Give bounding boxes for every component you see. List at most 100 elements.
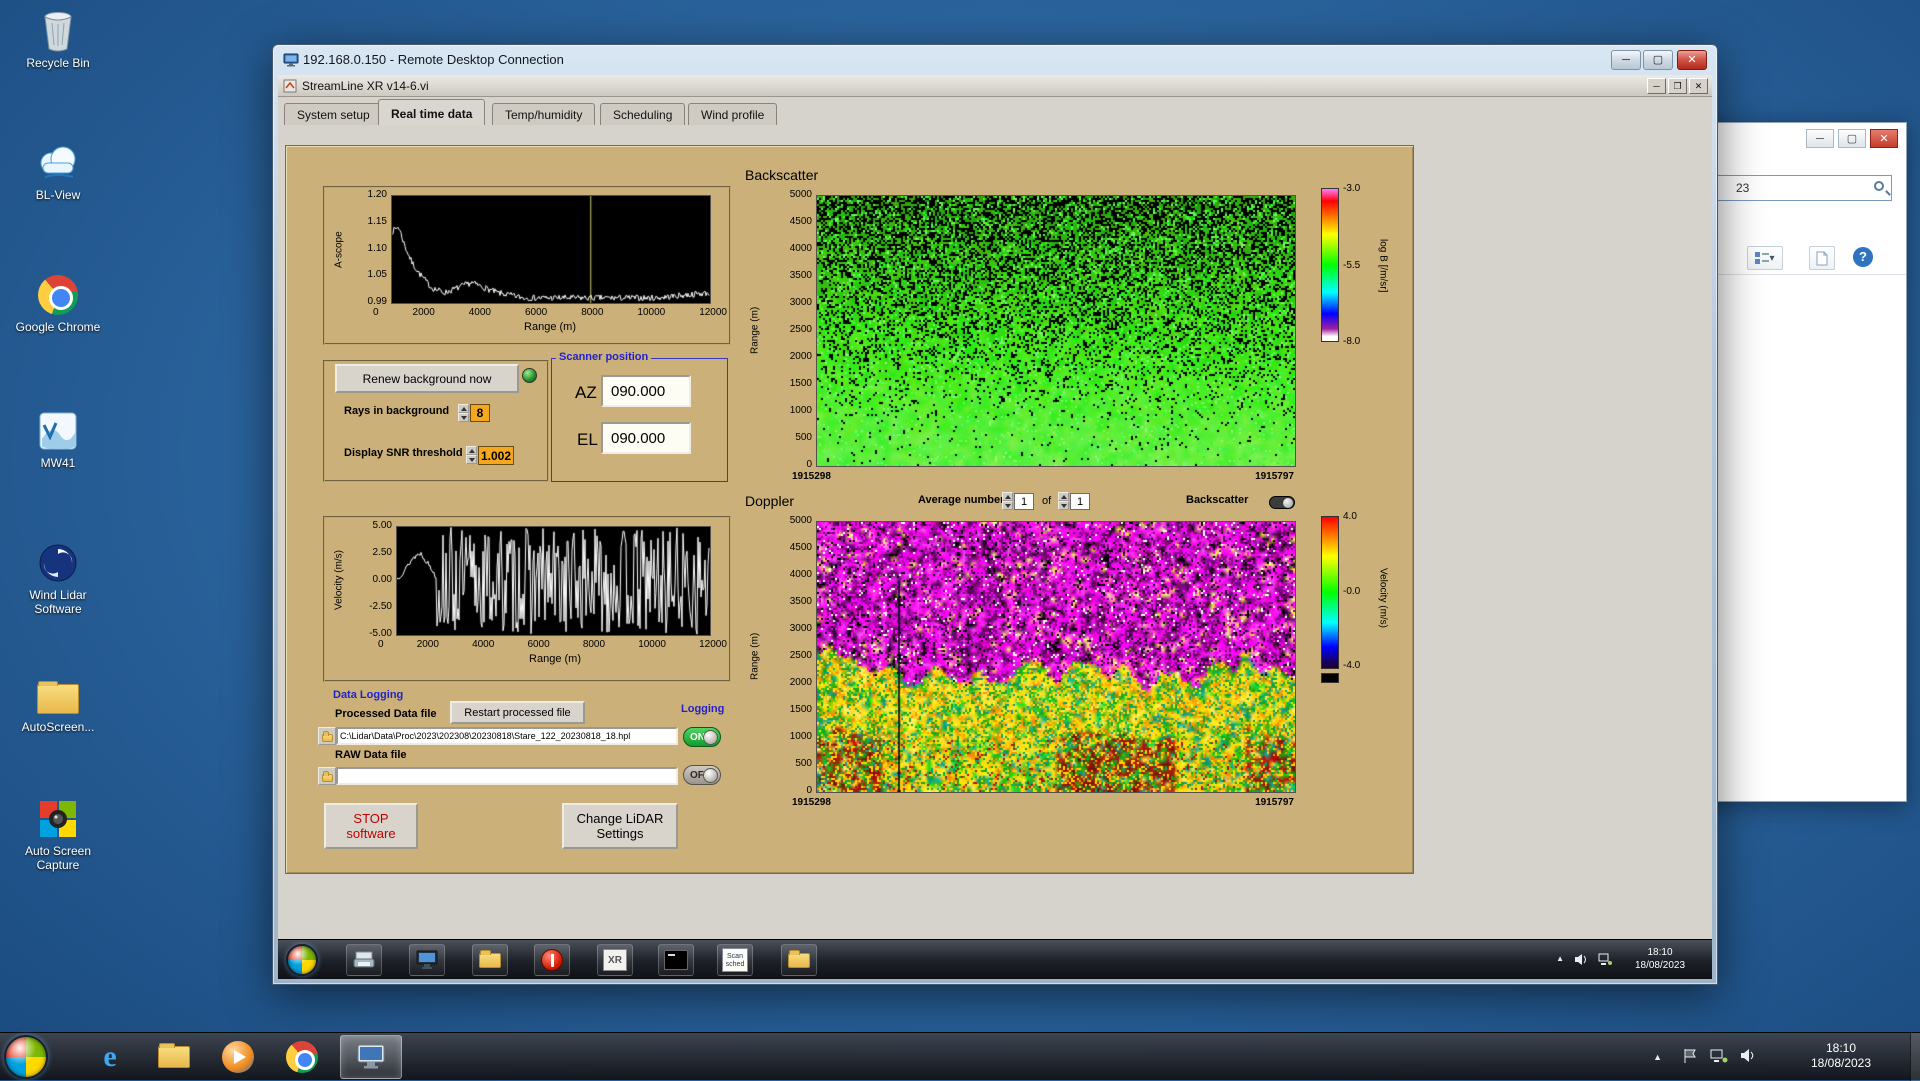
view-mode-button[interactable]: ▾ xyxy=(1747,246,1783,270)
remote-taskbar-app-1[interactable] xyxy=(346,944,382,976)
app-content: A-scope 1.201.151.101.050.99 02000400060… xyxy=(278,125,1712,939)
average-spinner[interactable] xyxy=(1002,492,1013,508)
maximize-button[interactable]: ▢ xyxy=(1643,50,1673,70)
processed-path-field[interactable]: C:\Lidar\Data\Proc\2023\202308\20230818\… xyxy=(336,727,678,745)
minimize-button[interactable]: ─ xyxy=(1647,78,1666,94)
axis-tick: 6000 xyxy=(525,307,547,318)
maximize-button[interactable]: ▢ xyxy=(1838,129,1866,148)
tab-bar: System setup Real time data Temp/humidit… xyxy=(278,97,1712,125)
axis-tick: 500 xyxy=(795,759,812,769)
taskbar-media-player[interactable] xyxy=(212,1035,264,1079)
rays-spinner[interactable] xyxy=(458,404,469,422)
backscatter-display-toggle[interactable] xyxy=(1269,496,1295,509)
average-of-field[interactable]: 1 xyxy=(1070,493,1090,510)
remote-taskbar-app-3[interactable] xyxy=(472,944,508,976)
show-desktop-button[interactable] xyxy=(1910,1033,1920,1081)
volume-icon[interactable] xyxy=(1740,1048,1756,1063)
remote-taskbar-folder[interactable] xyxy=(781,944,817,976)
remote-taskbar-stop-app[interactable] xyxy=(534,944,570,976)
axis-tick: 1000 xyxy=(790,406,812,416)
minimize-button[interactable]: ─ xyxy=(1806,129,1834,148)
stop-software-button[interactable]: STOP software xyxy=(324,803,418,849)
processed-logging-toggle[interactable]: ON xyxy=(683,727,721,747)
el-value-field[interactable]: 090.000 xyxy=(601,422,691,454)
axis-tick: 4000 xyxy=(790,244,812,254)
action-center-flag-icon[interactable] xyxy=(1682,1048,1698,1064)
processed-path-control[interactable]: C:\Lidar\Data\Proc\2023\202308\20230818\… xyxy=(318,727,678,745)
show-hidden-icons[interactable]: ▲ xyxy=(1556,954,1564,963)
drive-browse-icon[interactable] xyxy=(318,727,336,745)
snr-spinner[interactable] xyxy=(466,446,477,464)
mw41-icon xyxy=(34,408,82,454)
axis-tick: 3500 xyxy=(790,271,812,281)
app-window-title: StreamLine XR v14-6.vi xyxy=(302,79,429,93)
network-icon[interactable] xyxy=(1710,1048,1728,1064)
minimize-button[interactable]: ─ xyxy=(1611,50,1641,70)
app-titlebar[interactable]: StreamLine XR v14-6.vi ─ ❐ ✕ xyxy=(278,75,1712,97)
close-button[interactable]: ✕ xyxy=(1689,78,1708,94)
remote-taskbar-scan-sched[interactable]: Scan sched xyxy=(717,944,753,976)
taskbar-explorer[interactable] xyxy=(148,1035,200,1079)
new-document-button[interactable] xyxy=(1809,246,1835,270)
x-end-label: 1915797 xyxy=(1255,471,1294,482)
close-icon: ✕ xyxy=(1687,54,1696,66)
scan-sched-label: Scan sched xyxy=(726,953,745,968)
colorbar-tick: 4.0 xyxy=(1343,511,1360,522)
start-button[interactable] xyxy=(4,1035,48,1079)
average-of-spinner[interactable] xyxy=(1058,492,1069,508)
minimize-icon: ─ xyxy=(1816,133,1824,145)
clock[interactable]: 18:10 18/08/2023 xyxy=(1786,1041,1896,1071)
remote-taskbar-xr-app[interactable]: XR xyxy=(597,944,633,976)
renew-background-button[interactable]: Renew background now xyxy=(335,364,519,393)
snr-value-field[interactable]: 1.002 xyxy=(478,446,514,465)
raw-path-field[interactable] xyxy=(336,767,678,785)
volume-icon[interactable] xyxy=(1574,953,1588,966)
tab-temp-humidity[interactable]: Temp/humidity xyxy=(492,103,595,125)
tab-real-time-data[interactable]: Real time data xyxy=(378,99,485,125)
colorbar-tick: -4.0 xyxy=(1343,660,1360,671)
maximize-icon: ▢ xyxy=(1847,133,1857,145)
desktop-icon-autoscreen[interactable]: AutoScreen... xyxy=(8,672,108,734)
desktop-icon-label: BL-View xyxy=(8,188,108,202)
remote-start-button[interactable] xyxy=(286,944,318,976)
tab-scheduling[interactable]: Scheduling xyxy=(600,103,685,125)
desktop-icon-bl-view[interactable]: BL-View xyxy=(8,140,108,202)
close-button[interactable]: ✕ xyxy=(1677,50,1707,70)
ascope-plot[interactable] xyxy=(391,195,711,304)
remote-taskbar-console[interactable] xyxy=(658,944,694,976)
printer-icon xyxy=(353,950,375,970)
show-hidden-icons[interactable]: ▲ xyxy=(1653,1052,1662,1062)
close-button[interactable]: ✕ xyxy=(1870,129,1898,148)
axis-tick: 3500 xyxy=(790,597,812,607)
restart-processed-file-button[interactable]: Restart processed file xyxy=(450,701,585,724)
change-lidar-settings-button[interactable]: Change LiDAR Settings xyxy=(562,803,678,849)
taskbar-internet-explorer[interactable]: e xyxy=(84,1035,136,1079)
az-value-field[interactable]: 090.000 xyxy=(601,375,691,407)
remote-taskbar-app-2[interactable] xyxy=(409,944,445,976)
restore-button[interactable]: ❐ xyxy=(1668,78,1687,94)
folder-icon xyxy=(788,953,810,968)
network-icon[interactable] xyxy=(1598,953,1612,966)
axis-tick: 0 xyxy=(806,460,812,470)
desktop-icon-google-chrome[interactable]: Google Chrome xyxy=(8,272,108,334)
raw-logging-toggle[interactable]: OFF xyxy=(683,765,721,785)
screen-capture-icon xyxy=(34,796,82,842)
desktop-icon-recycle-bin[interactable]: Recycle Bin xyxy=(8,8,108,70)
axis-tick: 4000 xyxy=(790,570,812,580)
desktop-icon-auto-screen-capture[interactable]: Auto Screen Capture xyxy=(8,796,108,872)
remote-desktop-icon xyxy=(356,1043,386,1071)
taskbar-chrome[interactable] xyxy=(276,1035,328,1079)
rays-value-field[interactable]: 8 xyxy=(470,404,490,422)
tab-system-setup[interactable]: System setup xyxy=(284,103,383,125)
tab-wind-profile[interactable]: Wind profile xyxy=(688,103,777,125)
rdp-titlebar[interactable]: 192.168.0.150 - Remote Desktop Connectio… xyxy=(273,45,1717,75)
taskbar-remote-desktop-active[interactable] xyxy=(340,1035,402,1079)
help-button[interactable]: ? xyxy=(1853,247,1873,267)
raw-path-control[interactable] xyxy=(318,767,678,785)
axis-tick: 0 xyxy=(373,307,379,318)
desktop-icon-wind-lidar[interactable]: Wind Lidar Software xyxy=(8,540,108,616)
remote-clock[interactable]: 18:10 18/08/2023 xyxy=(1618,946,1702,972)
drive-browse-icon[interactable] xyxy=(318,767,336,785)
average-number-field[interactable]: 1 xyxy=(1014,493,1034,510)
desktop-icon-mw41[interactable]: MW41 xyxy=(8,408,108,470)
